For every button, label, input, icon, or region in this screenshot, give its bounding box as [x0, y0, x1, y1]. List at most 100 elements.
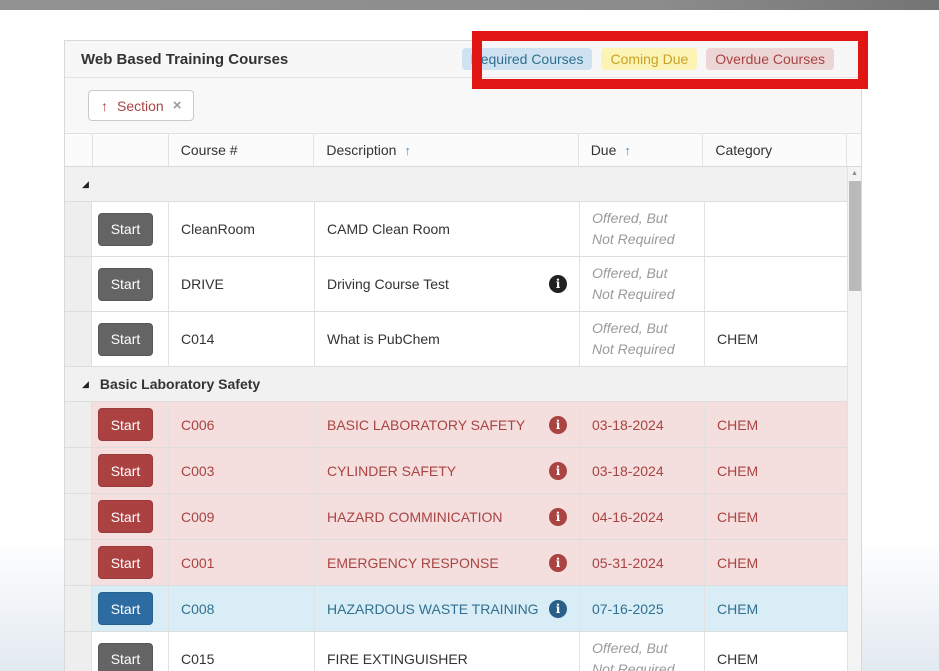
due-cell: 03-18-2024 — [579, 448, 704, 493]
action-cell: Start — [92, 494, 168, 539]
description-cell: FIRE EXTINGUISHER — [314, 632, 579, 671]
due-cell: 07-16-2025 — [579, 586, 704, 631]
start-button[interactable]: Start — [98, 592, 153, 625]
category-cell: CHEM — [704, 586, 849, 631]
due-text: 05-31-2024 — [592, 555, 664, 571]
category-cell: CHEM — [704, 632, 849, 671]
description-cell: HAZARDOUS WASTE TRAINING i — [314, 586, 579, 631]
page-title: Web Based Training Courses — [81, 51, 288, 68]
group-indent-cell — [65, 586, 92, 631]
sort-ascending-icon: ↑ — [624, 143, 631, 158]
start-button[interactable]: Start — [98, 408, 153, 441]
legend-coming-due: Coming Due — [601, 48, 697, 70]
course-row: Start C001EMERGENCY RESPONSEi 05-31-2024 CH… — [65, 540, 861, 586]
due-cell: 05-31-2024 — [579, 540, 704, 585]
header-course-number[interactable]: Course # — [168, 134, 314, 166]
sort-ascending-icon[interactable]: ↑ — [101, 98, 108, 114]
description-cell: CAMD Clean Room — [314, 202, 579, 256]
description-cell: BASIC LABORATORY SAFETY i — [314, 402, 579, 447]
group-indent-cell — [65, 257, 92, 311]
category-cell — [704, 202, 849, 256]
course-number-cell: C014 — [168, 312, 314, 366]
scrollbar-thumb[interactable] — [849, 181, 861, 291]
action-cell: Start — [92, 202, 168, 256]
course-number-cell: C003 — [168, 448, 314, 493]
due-cell: Offered, But Not Required — [579, 257, 704, 311]
header-description[interactable]: Description ↑ — [313, 134, 577, 166]
group-chip-section[interactable]: ↑ Section × — [88, 90, 194, 121]
header-due[interactable]: Due ↑ — [578, 134, 703, 166]
group-indent-cell — [65, 448, 92, 493]
info-icon[interactable]: i — [549, 462, 567, 480]
header-course-number-label: Course # — [181, 142, 238, 158]
browser-top-bar — [0, 0, 939, 10]
group-indent-cell — [65, 202, 92, 256]
course-row: Start C008 HAZARDOUS WASTE TRAINING i 07-16-… — [65, 586, 861, 632]
info-icon[interactable]: i — [549, 600, 567, 618]
group-indent-cell — [65, 632, 92, 671]
due-text: 07-16-2025 — [592, 601, 664, 617]
remove-group-icon[interactable]: × — [173, 97, 182, 114]
grid-body: ◢StartCleanRoomCAMD Clean RoomOffered, B… — [65, 167, 861, 671]
header-description-label: Description — [326, 142, 396, 158]
description-text: HAZARD COMMINICATION — [327, 509, 503, 525]
course-number-cell: C001 — [168, 540, 314, 585]
course-row: StartC006BASIC LABORATORY SAFETYi03-18-2… — [65, 402, 861, 448]
start-button[interactable]: Start — [98, 643, 153, 671]
collapse-group-icon[interactable]: ◢ — [82, 180, 89, 189]
description-cell: Driving Course Test i — [314, 257, 579, 311]
group-indent-cell — [65, 540, 92, 585]
header-category[interactable]: Category — [702, 134, 847, 166]
course-row: StartC015FIRE EXTINGUISHEROffered, But N… — [65, 632, 861, 671]
description-cell: EMERGENCY RESPONSEi — [314, 540, 579, 585]
start-button[interactable]: Start — [98, 323, 153, 356]
course-row: Start CleanRoomCAMD Clean Room Offered, Bu… — [65, 202, 861, 257]
action-cell: Start — [92, 312, 168, 366]
category-cell: CHEM — [704, 312, 849, 366]
course-number-cell: DRIVE — [168, 257, 314, 311]
group-by-bar: ↑ Section × — [65, 78, 861, 134]
course-row: Start DRIVE Driving Course Test i Offered, B… — [65, 257, 861, 312]
due-cell: Offered, But Not Required — [579, 312, 704, 366]
description-cell: CYLINDER SAFETYi — [314, 448, 579, 493]
group-indent-cell — [65, 312, 92, 366]
start-button[interactable]: Start — [98, 268, 153, 301]
start-button[interactable]: Start — [98, 546, 153, 579]
description-text: HAZARDOUS WASTE TRAINING — [327, 601, 539, 617]
course-number-cell: C008 — [168, 586, 314, 631]
category-cell: CHEM — [704, 540, 849, 585]
course-row: StartC009HAZARD COMMINICATIONi04-16-2024… — [65, 494, 861, 540]
legend-overdue-courses: Overdue Courses — [706, 48, 834, 70]
info-icon[interactable]: i — [549, 416, 567, 434]
category-cell: CHEM — [704, 448, 849, 493]
course-number-cell: CleanRoom — [168, 202, 314, 256]
info-icon[interactable]: i — [549, 508, 567, 526]
due-text: Offered, But Not Required — [592, 208, 692, 250]
start-button[interactable]: Start — [98, 454, 153, 487]
group-header-row: ◢ — [65, 167, 861, 202]
header-action-column — [92, 134, 168, 166]
action-cell: Start — [92, 257, 168, 311]
due-text: 03-18-2024 — [592, 463, 664, 479]
scroll-up-icon[interactable]: ▲ — [848, 167, 861, 180]
description-text: Driving Course Test — [327, 276, 449, 292]
action-cell: Start — [92, 586, 168, 631]
vertical-scrollbar[interactable]: ▲ — [847, 167, 861, 671]
grid-header: Course # Description ↑ Due ↑ Category — [65, 134, 861, 167]
legend-required-courses: Required Courses — [462, 48, 593, 70]
info-icon[interactable]: i — [549, 554, 567, 572]
course-number-cell: C015 — [168, 632, 314, 671]
header-category-label: Category — [715, 142, 772, 158]
training-courses-panel: Web Based Training Courses Required Cour… — [64, 40, 862, 671]
course-number-cell: C006 — [168, 402, 314, 447]
course-row: StartC014What is PubChemOffered, But Not… — [65, 312, 861, 367]
action-cell: Start — [92, 448, 168, 493]
start-button[interactable]: Start — [98, 500, 153, 533]
info-icon[interactable]: i — [549, 275, 567, 293]
category-cell: CHEM — [704, 402, 849, 447]
start-button[interactable]: Start — [98, 213, 153, 246]
page: Web Based Training Courses Required Cour… — [0, 0, 939, 671]
due-cell: 04-16-2024 — [579, 494, 704, 539]
collapse-group-icon[interactable]: ◢ — [82, 380, 89, 389]
description-text: BASIC LABORATORY SAFETY — [327, 417, 525, 433]
